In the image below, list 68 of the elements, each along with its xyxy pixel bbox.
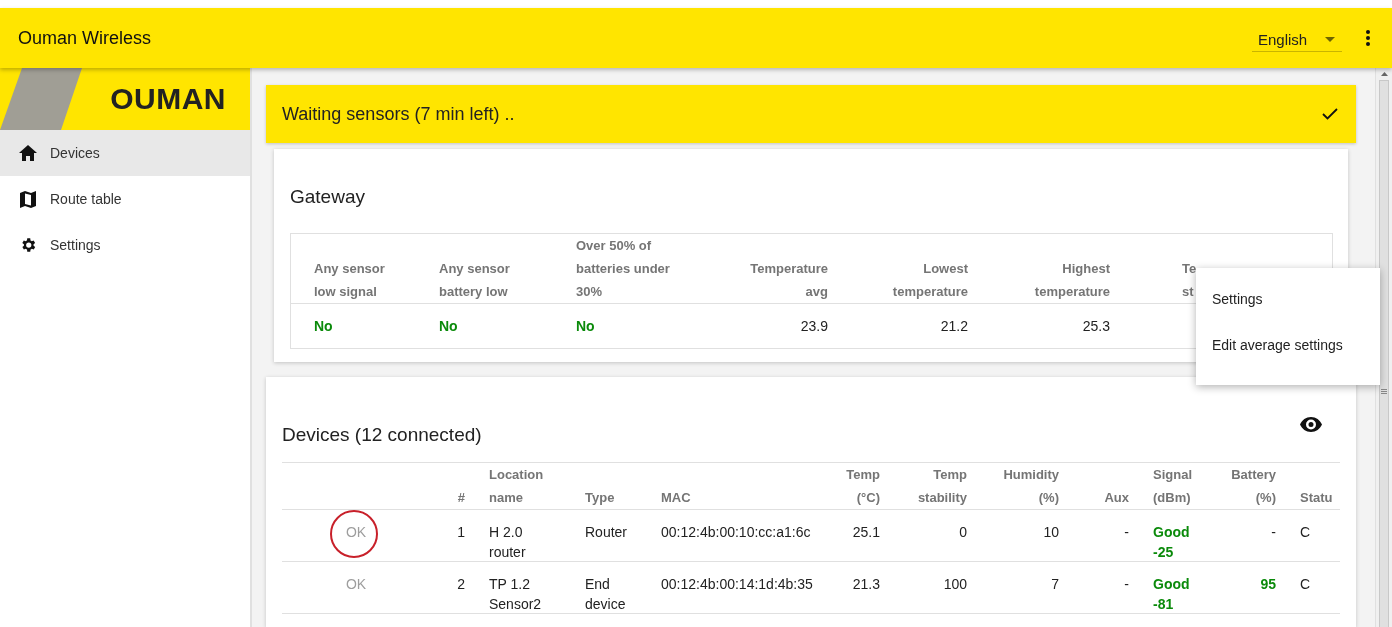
table-cell-text: 10 (1043, 522, 1059, 542)
map-icon (20, 190, 36, 208)
column-header: Any sensor low signal (314, 260, 385, 302)
table-cell: No (439, 318, 458, 335)
column-header: MAC (661, 488, 691, 507)
status-message: Waiting sensors (7 min left) .. (282, 103, 516, 125)
column-header: Te st (1182, 260, 1197, 302)
column-header: Any sensor battery low (439, 260, 510, 302)
table-cell: 25.3 (1082, 318, 1110, 335)
menu-item[interactable]: Edit average settings (1196, 326, 1380, 372)
table-cell: No (314, 318, 333, 335)
status-text: OK (345, 522, 367, 542)
table-cell-text: Good -25 (1153, 522, 1190, 562)
table-cell-text: H 2.0 router (489, 522, 526, 562)
table-cell-text: C (1300, 574, 1311, 594)
table-cell-text: 100 (943, 574, 967, 594)
table-cell-text: 00:12:4b:00:14:1d:4b:35 (661, 574, 813, 594)
table-cell: No (576, 318, 595, 335)
column-header: # (457, 488, 465, 507)
table-cell-text: 1 (457, 522, 465, 542)
table-cell-text: TP 1.2 Sensor2 (489, 574, 542, 614)
card-title: Gateway (290, 186, 366, 209)
column-header: Battery (%) (1231, 465, 1276, 507)
column-header: Statu (1300, 488, 1333, 507)
language-dropdown[interactable]: English (1252, 30, 1342, 52)
check-icon (1322, 108, 1338, 121)
table-cell-text: 95 (1260, 574, 1276, 594)
table-cell-text: 25.1 (852, 522, 880, 542)
sidebar-item[interactable]: Settings (0, 222, 250, 268)
status-text: OK (345, 574, 367, 594)
table-cell: 23.9 (800, 318, 828, 335)
home-icon (19, 145, 37, 161)
table-cell-text: 00:12:4b:00:10:cc:a1:6c (661, 522, 811, 542)
column-header: Temperature avg (750, 260, 828, 302)
card-title: Devices (12 connected) (282, 423, 482, 446)
table-cell-text: End device (585, 574, 626, 614)
column-header: Aux (1104, 488, 1129, 507)
more-icon (1366, 30, 1370, 46)
column-header: Location name (489, 465, 544, 507)
column-header: Signal (dBm) (1153, 465, 1192, 507)
scroll-up-arrow-icon[interactable] (1380, 72, 1388, 76)
table-cell-text: - (1124, 574, 1129, 594)
table-cell-text: 2 (457, 574, 465, 594)
eye-icon[interactable] (1300, 417, 1322, 433)
scrollbar-thumb[interactable] (1379, 80, 1389, 627)
caret-icon (1325, 36, 1336, 42)
column-header: Humidity (%) (1003, 465, 1059, 507)
app-title: Ouman Wireless (18, 27, 153, 49)
column-header: Temp stability (917, 465, 967, 507)
table-cell-text: Router (585, 522, 628, 542)
column-header: Type (585, 488, 615, 507)
table-cell-text: 0 (959, 522, 967, 542)
table-cell-text: C (1300, 522, 1311, 542)
table-cell-text: - (1124, 522, 1129, 542)
column-header: Highest temperature (1034, 260, 1110, 302)
column-header: Over 50% of batteries under 30% (576, 237, 670, 302)
logo-text: OUMAN (110, 82, 226, 116)
table-cell-text: 7 (1051, 574, 1059, 594)
table-cell-text: Good -81 (1153, 574, 1190, 614)
table-cell-text: - (1271, 522, 1276, 542)
menu-item[interactable]: Settings (1196, 280, 1380, 326)
column-header: Temp (°C) (846, 465, 880, 507)
grip-icon (1381, 389, 1387, 395)
column-header: Lowest temperature (892, 260, 968, 302)
table-cell-text: 21.3 (852, 574, 880, 594)
sidebar-item[interactable]: Route table (0, 176, 250, 222)
sidebar-item[interactable]: Devices (0, 130, 250, 176)
table-cell: 21.2 (940, 318, 968, 335)
